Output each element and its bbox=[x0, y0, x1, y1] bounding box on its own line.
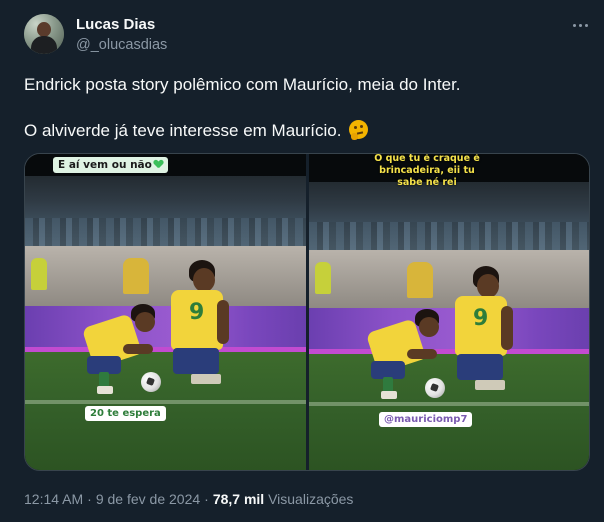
thinking-face-icon bbox=[349, 120, 369, 140]
shirt-number: 9 bbox=[473, 306, 489, 331]
player-kneeling: 9 bbox=[445, 266, 525, 402]
player-kneeling: 9 bbox=[161, 260, 241, 396]
green-heart-icon bbox=[154, 160, 163, 168]
photo-crowd bbox=[309, 182, 589, 250]
avatar-head bbox=[37, 22, 51, 37]
dot bbox=[572, 23, 576, 27]
player-head bbox=[135, 312, 155, 332]
more-options-icon[interactable] bbox=[566, 14, 594, 36]
tweet-text-line-1: Endrick posta story polêmico com Mauríci… bbox=[24, 75, 461, 94]
story-caption-top-right: O que tu é craque é brincadeira, eii tu … bbox=[374, 154, 480, 188]
player-shorts bbox=[457, 354, 503, 380]
caption-text: E aí vem ou não bbox=[58, 159, 152, 171]
player-boot bbox=[381, 391, 397, 399]
tweet-date[interactable]: 9 de fev de 2024 bbox=[96, 491, 200, 507]
tweet-text-line-2-content: O alviverde já teve interesse em Mauríci… bbox=[24, 121, 342, 140]
player-arm bbox=[123, 344, 153, 354]
player-boot bbox=[97, 386, 113, 394]
media-grid[interactable]: 9 E aí vem ou não 20 te espera 9 O que t… bbox=[24, 153, 590, 471]
tweet-time[interactable]: 12:14 AM bbox=[24, 491, 83, 507]
player-head bbox=[477, 274, 499, 298]
media-image-left[interactable]: 9 E aí vem ou não 20 te espera bbox=[25, 154, 306, 470]
views-count: 78,7 mil bbox=[212, 491, 265, 507]
avatar-body bbox=[31, 36, 57, 54]
author-name[interactable]: Lucas Dias bbox=[76, 16, 155, 33]
shirt-number: 9 bbox=[189, 300, 205, 325]
player-arm bbox=[217, 300, 229, 344]
player-head bbox=[419, 317, 439, 337]
emoji-hand bbox=[351, 133, 359, 140]
tweet-text-line-2: O alviverde já teve interesse em Mauríci… bbox=[24, 120, 369, 141]
player-boot bbox=[191, 374, 221, 384]
player-shorts bbox=[173, 348, 219, 374]
player-arm bbox=[407, 349, 437, 359]
separator: · bbox=[204, 491, 209, 507]
avatar[interactable] bbox=[24, 14, 64, 54]
photo-figure bbox=[315, 262, 331, 294]
separator: · bbox=[87, 491, 92, 507]
dot bbox=[578, 23, 582, 27]
player-head bbox=[193, 268, 215, 292]
dot bbox=[584, 23, 588, 27]
story-caption-bottom-right: @mauriciomp7 bbox=[379, 412, 473, 427]
views-label: Visualizações bbox=[268, 491, 354, 507]
photo-crowd bbox=[25, 176, 306, 246]
story-caption-top-left: E aí vem ou não bbox=[53, 157, 168, 173]
media-image-right[interactable]: 9 O que tu é craque é brincadeira, eii t… bbox=[309, 154, 589, 470]
photo-figure bbox=[123, 258, 149, 294]
tweet-metadata: 12:14 AM · 9 de fev de 2024 · 78,7 mil Visua… bbox=[24, 491, 353, 507]
soccer-ball bbox=[425, 378, 445, 398]
player-arm bbox=[501, 306, 513, 350]
soccer-ball bbox=[141, 372, 161, 392]
player-boot bbox=[475, 380, 505, 390]
tweet-card: Lucas Dias @_olucasdias Endrick posta st… bbox=[0, 0, 604, 522]
photo-figure bbox=[31, 258, 47, 290]
story-caption-bottom-left: 20 te espera bbox=[85, 406, 166, 421]
author-handle[interactable]: @_olucasdias bbox=[76, 37, 167, 53]
photo-figure bbox=[407, 262, 433, 298]
